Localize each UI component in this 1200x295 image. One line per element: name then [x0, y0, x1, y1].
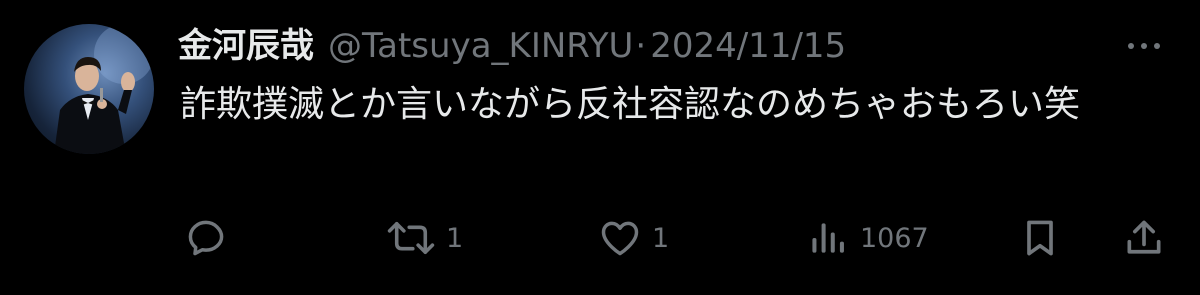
- retweet-icon: [387, 221, 435, 255]
- heart-icon: [601, 221, 639, 256]
- separator-dot: ·: [635, 26, 647, 66]
- tweet[interactable]: 金河辰哉 @Tatsuya_KINRYU · 2024/11/15 詐欺撲滅とか…: [0, 0, 1200, 295]
- user-handle[interactable]: @Tatsuya_KINRYU: [328, 22, 633, 70]
- bookmark-button[interactable]: [1018, 214, 1062, 262]
- tweet-date[interactable]: 2024/11/15: [650, 22, 846, 70]
- tweet-header: 金河辰哉 @Tatsuya_KINRYU · 2024/11/15: [178, 22, 846, 70]
- retweet-count: 1: [446, 222, 464, 254]
- action-bar: 1 1 1067: [0, 214, 1200, 262]
- share-icon: [1127, 220, 1161, 254]
- reply-button[interactable]: [184, 214, 228, 262]
- views-button[interactable]: 1067: [806, 214, 929, 262]
- avatar-image: [54, 24, 154, 154]
- more-options-icon[interactable]: [1128, 32, 1160, 60]
- display-name[interactable]: 金河辰哉: [178, 22, 314, 70]
- views-count: 1067: [860, 222, 929, 254]
- views-icon: [812, 223, 844, 253]
- tweet-text: 詐欺撲滅とか言いながら反社容認なのめちゃおもろい笑: [180, 84, 1081, 125]
- share-button[interactable]: [1122, 214, 1166, 262]
- retweet-button[interactable]: 1: [386, 214, 463, 262]
- like-button[interactable]: 1: [598, 214, 669, 262]
- avatar[interactable]: [24, 24, 154, 154]
- reply-icon: [188, 220, 224, 256]
- bookmark-icon: [1027, 220, 1053, 256]
- like-count: 1: [652, 222, 670, 254]
